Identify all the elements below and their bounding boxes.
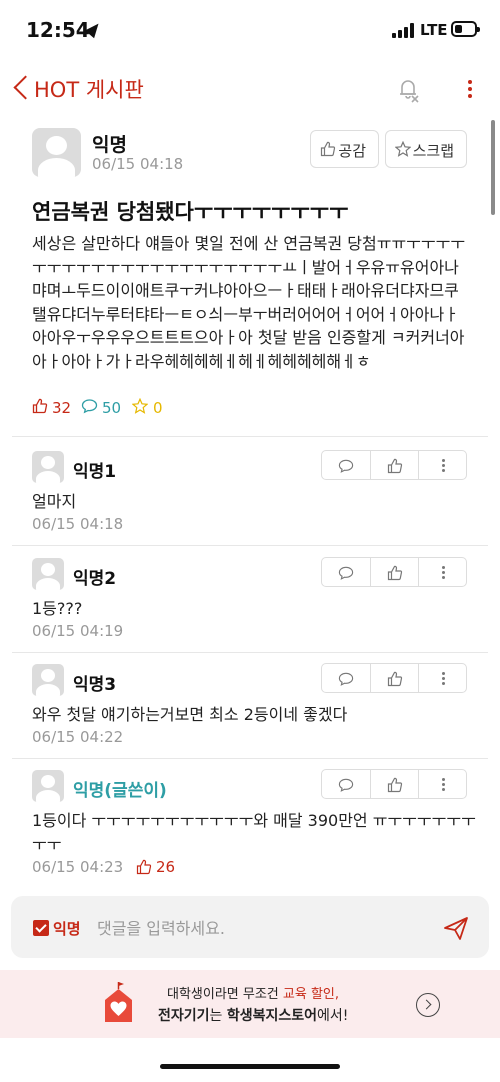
comment-toolbar <box>321 450 467 480</box>
comment-author: 익명(글쓴이) <box>73 781 167 801</box>
banner-line-2-part-3: 학생복지스토어 <box>226 1008 318 1024</box>
chevron-right-circle-icon[interactable] <box>416 993 440 1017</box>
avatar <box>32 770 64 802</box>
scrap-button-label: 스크랩 <box>412 142 454 160</box>
comment-item: 익명3 와우 첫달 얘기하는거보면 최소 2등이네 좋겠다 06/15 04:22 <box>0 652 500 758</box>
anonymous-label[interactable]: 익명 <box>53 918 81 939</box>
store-icon <box>103 980 134 1024</box>
comment-input-bar: 익명 <box>11 896 489 958</box>
comment-like-value: 26 <box>156 858 176 876</box>
comment-text: 1등이다 ㅜㅜㅜㅜㅜㅜㅜㅜㅜㅜㅜ와 매달 390만언 ㅠㅜㅜㅜㅜㅜㅜㅜㅜ <box>32 811 476 854</box>
network-type: LTE <box>420 21 448 39</box>
board-title[interactable]: HOT 게시판 <box>34 74 144 104</box>
scrollbar[interactable] <box>491 120 495 215</box>
status-bar: 12:54 LTE <box>0 0 500 58</box>
comment-text: 얼마지 <box>32 492 77 511</box>
like-button-label: 공감 <box>338 142 366 160</box>
status-time: 12:54 <box>26 18 90 42</box>
post-title: 연금복권 당첨됐다ㅜㅜㅜㅜㅜㅜㅜㅜ <box>32 200 349 224</box>
comment-date: 06/15 04:22 <box>32 728 124 746</box>
post-author: 익명 <box>92 134 127 156</box>
thumbs-up-icon <box>320 141 336 157</box>
star-icon <box>132 398 148 414</box>
comment-item: 익명1 얼마지 06/15 04:18 <box>0 439 500 545</box>
like-button[interactable]: 공감 <box>310 130 379 168</box>
scrap-count: 0 <box>153 399 163 417</box>
avatar <box>32 664 64 696</box>
comment-author: 익명1 <box>73 462 117 482</box>
battery-icon <box>451 21 480 37</box>
more-vertical-icon[interactable] <box>418 558 466 586</box>
cellular-signal-icon <box>392 22 416 38</box>
comment-date: 06/15 04:23 <box>32 858 124 876</box>
comment-item: 익명(글쓴이) 1등이다 ㅜㅜㅜㅜㅜㅜㅜㅜㅜㅜㅜ와 매달 390만언 ㅠㅜㅜㅜㅜㅜ… <box>0 758 500 888</box>
divider <box>12 436 488 437</box>
banner-line-1-text: 대학생이라면 무조건 <box>166 987 283 1002</box>
chevron-left-icon[interactable] <box>8 74 34 102</box>
post-date: 06/15 04:18 <box>92 155 184 173</box>
scrap-button[interactable]: 스크랩 <box>385 130 467 168</box>
comment-like-count: 26 <box>136 858 176 876</box>
banner-highlight: 교육 할인, <box>282 987 339 1002</box>
banner-line-2-part-1: 전자기기 <box>158 1008 210 1024</box>
comment-date: 06/15 04:19 <box>32 622 124 640</box>
comment-item: 익명2 1등??? 06/15 04:19 <box>0 546 500 652</box>
comment-count: 50 <box>102 399 122 417</box>
home-indicator[interactable] <box>160 1064 340 1069</box>
reply-button[interactable] <box>322 558 370 586</box>
comment-like-button[interactable] <box>370 451 418 479</box>
more-vertical-icon[interactable] <box>418 770 466 798</box>
avatar <box>32 128 81 177</box>
reply-button[interactable] <box>322 664 370 692</box>
comment-icon <box>81 399 98 414</box>
comment-toolbar <box>321 769 467 799</box>
comment-date: 06/15 04:18 <box>32 515 124 533</box>
more-vertical-icon[interactable] <box>460 74 480 104</box>
comment-input[interactable] <box>97 913 427 943</box>
app-header: HOT 게시판 <box>0 62 500 114</box>
comment-author: 익명2 <box>73 569 117 589</box>
post-body: 세상은 살만하다 얘들아 몇일 전에 산 연금복권 당첨ㅠㅠㅜㅜㅜㅜㅜㅜㅜㅜㅜㅜ… <box>32 234 466 371</box>
comment-toolbar <box>321 663 467 693</box>
banner-line-2-part-2: 는 <box>209 1008 227 1024</box>
banner-line-1: 대학생이라면 무조건 교육 할인, <box>158 983 348 1002</box>
comment-like-button[interactable] <box>370 770 418 798</box>
comment-author: 익명3 <box>73 675 117 695</box>
avatar <box>32 558 64 590</box>
bell-off-icon[interactable] <box>394 74 424 104</box>
more-vertical-icon[interactable] <box>418 664 466 692</box>
comment-like-button[interactable] <box>370 664 418 692</box>
comment-text: 와우 첫달 얘기하는거보면 최소 2등이네 좋겠다 <box>32 705 348 724</box>
comment-text: 1등??? <box>32 599 83 618</box>
comment-toolbar <box>321 557 467 587</box>
reply-button[interactable] <box>322 451 370 479</box>
banner-line-2: 전자기기는 학생복지스토어에서! <box>158 1005 348 1025</box>
like-count: 32 <box>52 399 72 417</box>
anonymous-checkbox[interactable] <box>33 920 49 936</box>
thumbs-up-icon <box>32 398 48 414</box>
more-vertical-icon[interactable] <box>418 451 466 479</box>
send-icon[interactable] <box>441 913 471 943</box>
star-icon <box>395 141 411 157</box>
comment-like-button[interactable] <box>370 558 418 586</box>
avatar <box>32 451 64 483</box>
promo-banner[interactable]: 대학생이라면 무조건 교육 할인, 전자기기는 학생복지스토어에서! <box>0 970 500 1038</box>
banner-line-2-part-4: 에서! <box>317 1008 349 1024</box>
reply-button[interactable] <box>322 770 370 798</box>
